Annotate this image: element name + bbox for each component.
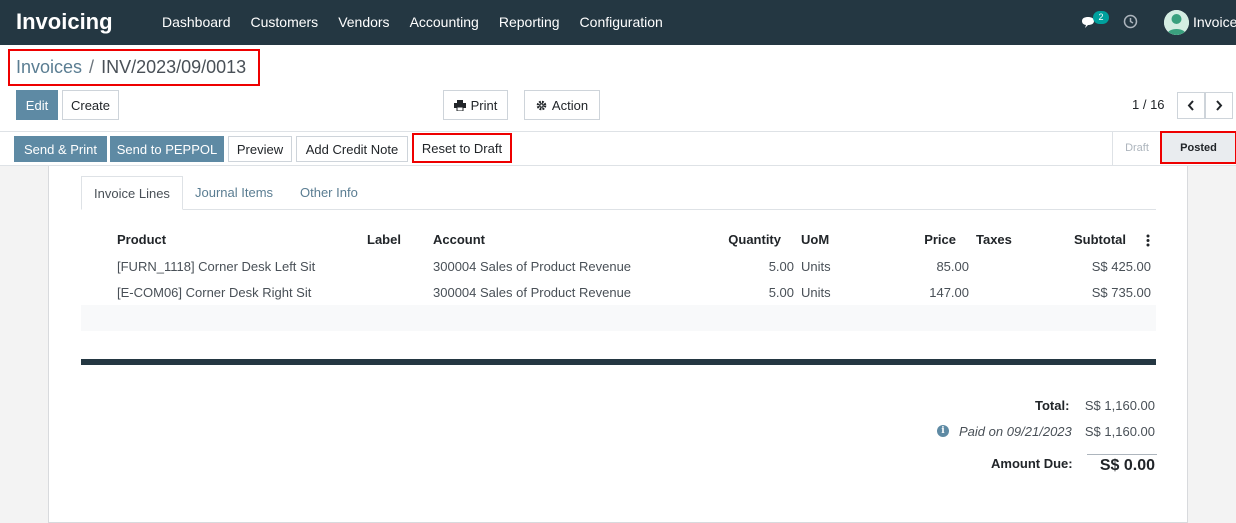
col-header-uom[interactable]: UoM [801, 232, 829, 247]
preview-button[interactable]: Preview [228, 136, 292, 162]
add-credit-note-button[interactable]: Add Credit Note [296, 136, 408, 162]
col-header-label[interactable]: Label [367, 232, 401, 247]
row-account: 300004 Sales of Product Revenue [433, 259, 632, 274]
send-print-button[interactable]: Send & Print [14, 136, 107, 162]
breadcrumb-current: INV/2023/09/0013 [101, 57, 247, 77]
breadcrumb-separator: / [89, 57, 95, 77]
user-name[interactable]: Invoice [1193, 14, 1236, 30]
row-quantity: 5.00 [768, 259, 794, 274]
empty-row[interactable] [81, 305, 1156, 331]
tab-invoice-lines[interactable]: Invoice Lines [81, 176, 183, 210]
row-account: 300004 Sales of Product Revenue [433, 285, 632, 300]
row-price: 147.00 [929, 285, 969, 300]
form-sheet: Invoice Lines Journal Items Other Info P… [48, 166, 1188, 523]
row-uom: Units [801, 285, 831, 300]
action-label: Action [551, 97, 589, 113]
printer-icon [453, 99, 466, 111]
menu-configuration[interactable]: Configuration [570, 0, 673, 45]
menu-vendors[interactable]: Vendors [328, 0, 399, 45]
send-peppol-button[interactable]: Send to PEPPOL [110, 136, 224, 162]
top-navbar: Invoicing Dashboard Customers Vendors Ac… [0, 0, 1236, 45]
status-bar: Send & Print Send to PEPPOL Preview Add … [0, 131, 1236, 166]
section-divider [81, 359, 1156, 365]
amount-due-value: S$ 0.00 [1099, 457, 1155, 474]
payment-paid-value: S$ 1,160.00 [1084, 424, 1155, 439]
pager-next-button[interactable] [1205, 92, 1233, 119]
col-header-product[interactable]: Product [117, 232, 166, 247]
row-uom: Units [801, 259, 831, 274]
row-subtotal: S$ 425.00 [1091, 259, 1151, 274]
control-panel: Invoices / INV/2023/09/0013 Edit Create … [0, 45, 1236, 132]
clock-icon[interactable] [1123, 14, 1138, 29]
row-product: [FURN_1118] Corner Desk Left Sit [117, 259, 316, 274]
stage-draft[interactable]: Draft [1113, 132, 1161, 165]
create-button[interactable]: Create [62, 90, 119, 120]
breadcrumb: Invoices / INV/2023/09/0013 [8, 49, 260, 86]
total-label: Total: [1035, 398, 1070, 413]
chat-badge: 2 [1093, 11, 1109, 24]
main-menu: Dashboard Customers Vendors Accounting R… [152, 0, 673, 45]
row-subtotal: S$ 735.00 [1091, 285, 1151, 300]
menu-accounting[interactable]: Accounting [400, 0, 489, 45]
pager-value[interactable]: 1 / 16 [1132, 97, 1165, 112]
col-header-subtotal[interactable]: Subtotal [1049, 232, 1126, 247]
action-button[interactable]: Action [524, 90, 600, 120]
info-icon[interactable]: i [937, 425, 949, 437]
total-value: S$ 1,160.00 [1084, 398, 1155, 413]
col-header-account[interactable]: Account [433, 232, 485, 247]
payment-paid-label[interactable]: Paid on 09/21/2023 [959, 424, 1072, 439]
amount-due-label: Amount Due: [991, 456, 1073, 471]
chevron-left-icon [1187, 100, 1194, 111]
notebook-tabs: Invoice Lines Journal Items Other Info [81, 176, 1156, 210]
print-label: Print [470, 97, 498, 113]
row-price: 85.00 [936, 259, 969, 274]
row-quantity: 5.00 [768, 285, 794, 300]
stage-posted[interactable]: Posted [1160, 131, 1236, 164]
app-brand[interactable]: Invoicing [16, 9, 113, 35]
menu-reporting[interactable]: Reporting [489, 0, 570, 45]
tab-other-info[interactable]: Other Info [300, 176, 358, 210]
chevron-right-icon [1216, 100, 1223, 111]
chat-icon[interactable]: 2 [1081, 11, 1111, 33]
edit-button[interactable]: Edit [16, 90, 58, 120]
reset-to-draft-button[interactable]: Reset to Draft [412, 133, 512, 163]
user-avatar[interactable] [1164, 10, 1189, 35]
col-header-quantity[interactable]: Quantity [699, 232, 781, 247]
gear-icon [536, 100, 547, 110]
amount-due-rule [1087, 454, 1157, 455]
breadcrumb-invoices-link[interactable]: Invoices [16, 57, 82, 78]
col-header-taxes[interactable]: Taxes [976, 232, 1012, 247]
tab-journal-items[interactable]: Journal Items [195, 176, 273, 210]
col-header-price[interactable]: Price [889, 232, 956, 247]
row-product: [E-COM06] Corner Desk Right Sit [117, 285, 312, 300]
pager-previous-button[interactable] [1177, 92, 1205, 119]
menu-customers[interactable]: Customers [241, 0, 329, 45]
stage-bar: Draft Posted [1112, 131, 1236, 165]
menu-dashboard[interactable]: Dashboard [152, 0, 241, 45]
optional-columns-icon[interactable] [1145, 233, 1151, 247]
print-button[interactable]: Print [443, 90, 508, 120]
create-label: Create [70, 97, 111, 113]
